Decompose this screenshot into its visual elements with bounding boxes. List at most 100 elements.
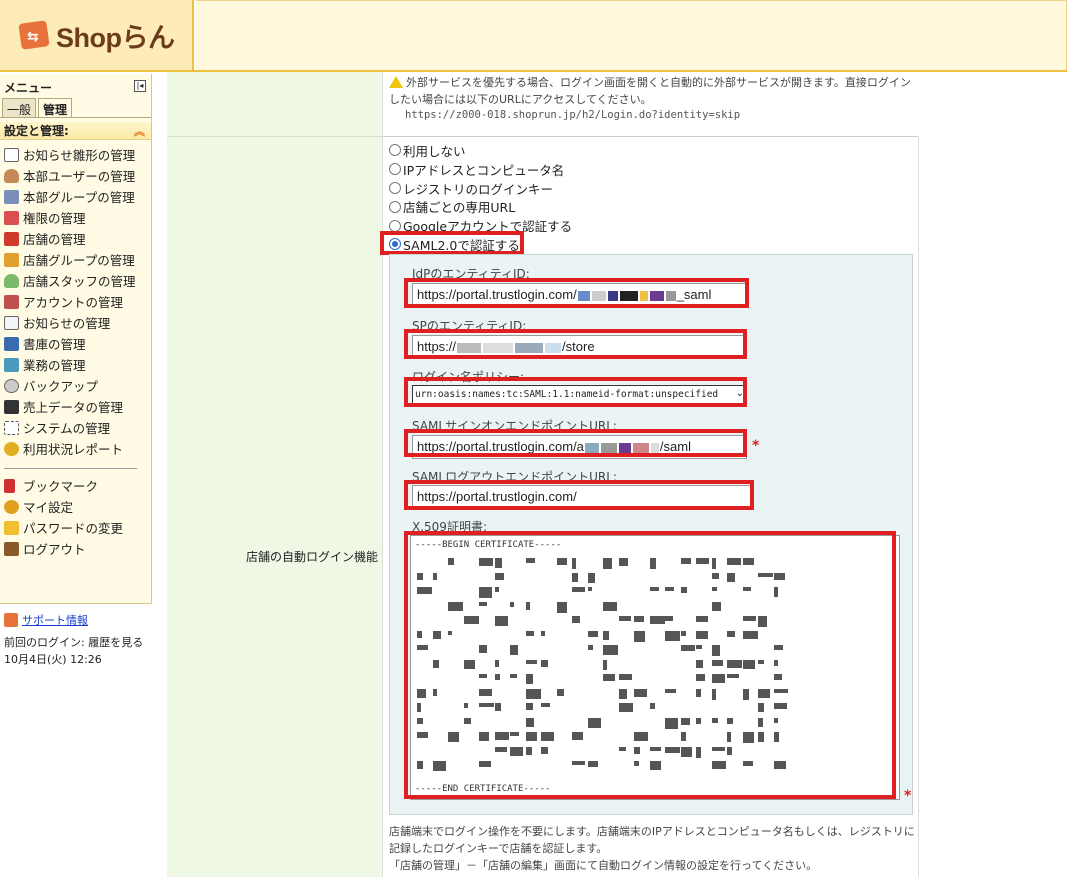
section-title-settings[interactable]: 設定と管理: ︽	[0, 122, 151, 140]
redacted-block	[711, 587, 717, 591]
sidebar-item-hq-users[interactable]: 本部ユーザーの管理	[4, 165, 149, 186]
redacted-block	[742, 616, 756, 621]
redacted-block	[696, 717, 701, 724]
redacted-block	[649, 761, 661, 770]
sidebar-item-store-groups[interactable]: 店舗グループの管理	[4, 249, 149, 270]
sidebar-item-sales-data[interactable]: 売上データの管理	[4, 396, 149, 417]
radio-button[interactable]	[389, 181, 401, 194]
radio-option-ip-computer[interactable]: IPアドレスとコンピュータ名	[389, 160, 572, 179]
redacted-block	[572, 616, 580, 623]
redacted-block	[773, 717, 778, 723]
sidebar-item-notices[interactable]: お知らせの管理	[4, 312, 149, 333]
sidebar-item-usage-report[interactable]: 利用状況レポート	[4, 438, 149, 459]
redacted-block	[510, 601, 514, 607]
certificate-textarea[interactable]: -----BEGIN CERTIFICATE----- -----END CER…	[410, 535, 900, 800]
radio-option-store-url[interactable]: 店舗ごとの専用URL	[389, 197, 572, 216]
redacted-block	[634, 761, 639, 766]
redacted-block	[696, 659, 703, 668]
sidebar-item-permissions[interactable]: 権限の管理	[4, 207, 149, 228]
redacted-block	[572, 732, 583, 740]
redacted-block	[479, 601, 487, 606]
sidebar-item-logout[interactable]: ログアウト	[4, 538, 149, 559]
nameid-policy-select[interactable]: urn:oasis:names:tc:SAML:1.1:nameid-forma…	[412, 385, 747, 407]
redacted-block	[448, 732, 459, 742]
redacted-block	[587, 717, 601, 728]
sidebar-item-label: お知らせの管理	[23, 316, 111, 331]
support-link[interactable]: サポート情報	[22, 612, 88, 628]
skip-login-url: https://z000-018.shoprun.jp/h2/Login.do?…	[405, 109, 741, 121]
sidebar-item-stores[interactable]: 店舗の管理	[4, 228, 149, 249]
sidebar-item-label: 本部ユーザーの管理	[23, 169, 136, 184]
radio-option-registry-key[interactable]: レジストリのログインキー	[389, 179, 572, 198]
sidebar-item-change-password[interactable]: パスワードの変更	[4, 517, 149, 538]
sidebar-item-bookmark[interactable]: ブックマーク	[4, 475, 149, 496]
redacted-block	[727, 674, 739, 678]
slo-url-label: SAMLログアウトエンドポイントURL:	[412, 470, 617, 484]
sidebar-item-system[interactable]: システムの管理	[4, 417, 149, 438]
required-mark: *	[752, 438, 760, 454]
redacted-block	[742, 558, 754, 565]
task-icon	[4, 357, 19, 372]
sso-url-input[interactable]: https://portal.trustlogin.com/a/saml	[412, 435, 747, 459]
radio-option-none[interactable]: 利用しない	[389, 141, 572, 160]
redacted-block	[417, 688, 426, 698]
logo[interactable]: ⇆ Shopらん	[0, 0, 194, 70]
sp-entity-input[interactable]: https:// /store	[412, 335, 747, 359]
radio-label: IPアドレスとコンピュータ名	[403, 162, 565, 178]
radio-label: 利用しない	[403, 143, 466, 159]
chevron-down-icon[interactable]: ⌄	[736, 388, 744, 399]
redacted-block	[711, 761, 726, 769]
radio-label: レジストリのログインキー	[403, 181, 554, 197]
sidebar-item-tasks[interactable]: 業務の管理	[4, 354, 149, 375]
sidebar-item-archive[interactable]: 書庫の管理	[4, 333, 149, 354]
redacted-block	[432, 688, 437, 696]
redacted-block	[494, 746, 507, 752]
redacted-block	[572, 761, 585, 765]
redacted-block	[773, 572, 785, 580]
collapse-left-icon[interactable]: |◂	[134, 80, 146, 92]
redacted-block	[773, 732, 779, 742]
redacted-block	[479, 688, 492, 696]
sidebar-item-hq-groups[interactable]: 本部グループの管理	[4, 186, 149, 207]
redacted-block	[618, 746, 626, 751]
redacted-block	[618, 558, 628, 566]
sidebar-menu: お知らせ雛形の管理 本部ユーザーの管理 本部グループの管理 権限の管理 店舗の管…	[4, 144, 149, 559]
redacted-block	[463, 659, 475, 669]
redacted-block	[525, 732, 537, 741]
sidebar-item-store-staff[interactable]: 店舗スタッフの管理	[4, 270, 149, 291]
redacted-block	[417, 587, 432, 594]
system-icon	[4, 420, 19, 435]
sidebar-item-my-settings[interactable]: マイ設定	[4, 496, 149, 517]
sidebar: メニュー |◂ 一般 管理 設定と管理: ︽ お知らせ雛形の管理 本部ユーザーの…	[0, 74, 152, 604]
radio-button[interactable]	[389, 219, 401, 232]
radio-button-selected[interactable]	[389, 238, 401, 251]
chevron-up-icon[interactable]: ︽	[134, 123, 145, 139]
report-icon	[4, 441, 19, 456]
certificate-begin: -----BEGIN CERTIFICATE-----	[415, 540, 562, 550]
radio-option-saml[interactable]: SAML2.0で認証する	[389, 235, 572, 254]
auto-login-radio-group: 利用しない IPアドレスとコンピュータ名 レジストリのログインキー 店舗ごとの専…	[389, 141, 572, 254]
sp-entity-suffix: /store	[562, 339, 595, 354]
tab-admin[interactable]: 管理	[38, 98, 73, 118]
slo-url-input[interactable]: https://portal.trustlogin.com/	[412, 485, 754, 509]
redacted-block	[711, 674, 725, 683]
tab-general[interactable]: 一般	[2, 98, 37, 117]
sidebar-item-notice-templates[interactable]: お知らせ雛形の管理	[4, 144, 149, 165]
redacted-block	[587, 630, 598, 637]
sidebar-item-label: 本部グループの管理	[23, 190, 135, 205]
redacted-block	[417, 630, 422, 638]
radio-button[interactable]	[389, 163, 401, 176]
sidebar-item-accounts[interactable]: アカウントの管理	[4, 291, 149, 312]
redacted-block	[417, 572, 423, 580]
idp-entity-input[interactable]: https://portal.trustlogin.com/ _saml	[412, 283, 747, 307]
sidebar-item-backup[interactable]: バックアップ	[4, 375, 149, 396]
redacted-block	[634, 688, 647, 697]
radio-button[interactable]	[389, 144, 401, 157]
radio-button[interactable]	[389, 200, 401, 213]
history-link[interactable]: 履歴を見る	[88, 636, 143, 649]
redacted-block	[618, 688, 627, 699]
radio-option-google[interactable]: Googleアカウントで認証する	[389, 216, 572, 235]
account-icon	[4, 294, 19, 309]
form-value-column: 外部サービスを優先する場合、ログイン画面を開くと自動的に外部サービスが開きます。…	[380, 72, 1067, 877]
certificate-end: -----END CERTIFICATE-----	[415, 784, 551, 794]
